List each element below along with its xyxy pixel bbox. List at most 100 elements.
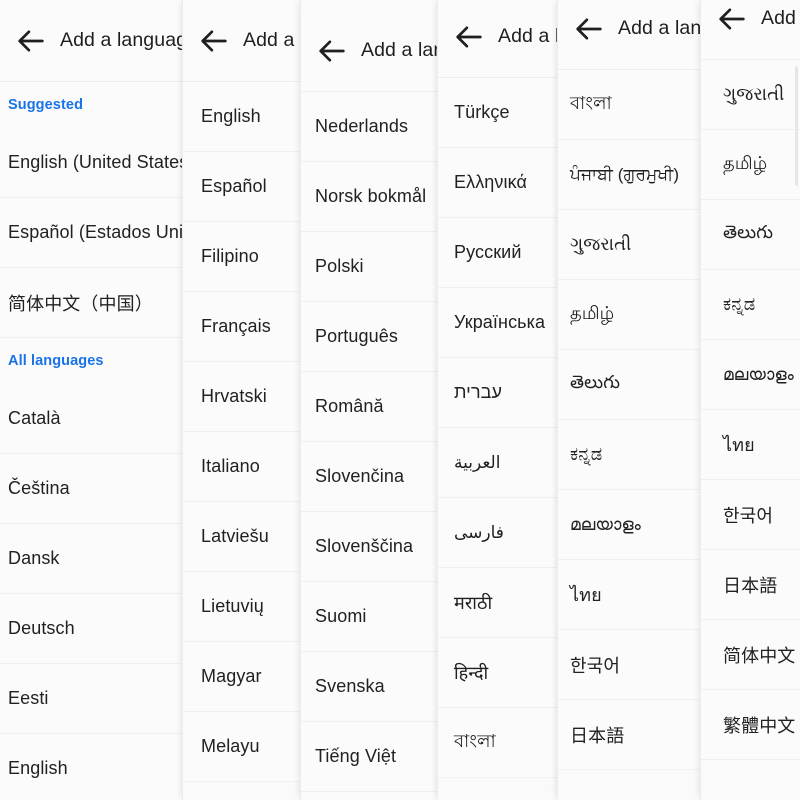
list-item[interactable]: English	[0, 734, 196, 800]
list-item[interactable]: Melayu	[183, 712, 312, 782]
language-label: मराठी	[454, 592, 493, 613]
list-item[interactable]: ಕನ್ನಡ	[701, 270, 800, 340]
language-panel-2: Add a language English Español Filipino …	[182, 0, 312, 800]
list-item[interactable]: Português	[301, 302, 447, 372]
list-item[interactable]: Svenska	[301, 652, 447, 722]
list-item[interactable]: 한국어	[558, 630, 709, 700]
language-list-5[interactable]: বাংলা ਪੰਜਾਬੀ (ਗੁਰਮੁਖੀ) ગુજરાતી தமிழ் తెల…	[558, 70, 709, 770]
language-label: Norsk bokmål	[315, 186, 427, 206]
language-label: বাংলা	[570, 93, 612, 113]
list-item[interactable]: বাংলা	[438, 708, 562, 778]
list-item[interactable]: فارسی	[438, 498, 562, 568]
language-label: Magyar	[201, 666, 262, 686]
language-list-6[interactable]: ગુજરાતી தமிழ் తెలుగు ಕನ್ನಡ മലയാളം ไทย 한국…	[701, 60, 800, 760]
appbar-3: Add a language	[301, 10, 447, 92]
list-item[interactable]: मराठी	[438, 568, 562, 638]
list-item[interactable]: ਪੰਜਾਬੀ (ਗੁਰਮੁਖੀ)	[558, 140, 709, 210]
back-arrow-icon[interactable]	[715, 2, 749, 36]
language-label: فارسی	[454, 522, 504, 542]
scrollbar-thumb[interactable]	[795, 66, 798, 186]
list-item[interactable]: ไทย	[558, 560, 709, 630]
language-list-3[interactable]: Nederlands Norsk bokmål Polski Português…	[301, 92, 447, 792]
list-item[interactable]: Español	[183, 152, 312, 222]
back-arrow-icon[interactable]	[315, 34, 349, 68]
list-item[interactable]: 简体中文	[701, 620, 800, 690]
list-item[interactable]: ไทย	[701, 410, 800, 480]
list-item[interactable]: Español (Estados Unidos)	[0, 198, 196, 268]
list-item[interactable]: Dansk	[0, 524, 196, 594]
list-item[interactable]: Suomi	[301, 582, 447, 652]
list-item[interactable]: العربية	[438, 428, 562, 498]
list-item[interactable]: Slovenščina	[301, 512, 447, 582]
page-title: Add a language	[60, 29, 196, 51]
list-item[interactable]: Čeština	[0, 454, 196, 524]
back-arrow-icon[interactable]	[452, 20, 486, 54]
list-item[interactable]: Русский	[438, 218, 562, 288]
list-item[interactable]: Ελληνικά	[438, 148, 562, 218]
language-label: Español (Estados Unidos)	[8, 222, 196, 242]
list-item[interactable]: Lietuvių	[183, 572, 312, 642]
list-item[interactable]: Nederlands	[301, 92, 447, 162]
list-item[interactable]: 繁體中文	[701, 690, 800, 760]
list-item[interactable]: Polski	[301, 232, 447, 302]
language-label: Čeština	[8, 478, 70, 498]
language-label: العربية	[454, 452, 501, 472]
list-item[interactable]: 日本語	[558, 700, 709, 770]
list-item[interactable]: Slovenčina	[301, 442, 447, 512]
language-label: తెలుగు	[723, 222, 774, 242]
list-item[interactable]: Eesti	[0, 664, 196, 734]
list-item[interactable]: తెలుగు	[701, 200, 800, 270]
language-label: Català	[8, 408, 61, 428]
list-item[interactable]: 日本語	[701, 550, 800, 620]
list-item[interactable]: עברית	[438, 358, 562, 428]
list-item[interactable]: Українська	[438, 288, 562, 358]
list-item[interactable]: English	[183, 82, 312, 152]
language-label: English	[201, 106, 261, 126]
list-item[interactable]: English (United States)	[0, 128, 196, 198]
list-item[interactable]: தமிழ்	[701, 130, 800, 200]
list-item[interactable]: Magyar	[183, 642, 312, 712]
language-label: Dansk	[8, 548, 60, 568]
list-item[interactable]: ગુજરાતી	[558, 210, 709, 280]
list-item[interactable]: Français	[183, 292, 312, 362]
list-item[interactable]: हिन्दी	[438, 638, 562, 708]
list-item[interactable]: বাংলা	[558, 70, 709, 140]
list-item[interactable]: Italiano	[183, 432, 312, 502]
language-label: Türkçe	[454, 102, 510, 122]
back-arrow-icon[interactable]	[14, 24, 48, 58]
page-title: Add a language	[498, 25, 562, 47]
list-item[interactable]: Türkçe	[438, 78, 562, 148]
list-item[interactable]: ಕನ್ನಡ	[558, 420, 709, 490]
list-item[interactable]: Tiếng Việt	[301, 722, 447, 792]
list-item[interactable]: Norsk bokmål	[301, 162, 447, 232]
list-item[interactable]: Latviešu	[183, 502, 312, 572]
language-label: Melayu	[201, 736, 260, 756]
list-item[interactable]: Filipino	[183, 222, 312, 292]
language-panel-6: Add a language ગુજરાતી தமிழ் తెలుగు ಕನ್ನ…	[700, 0, 800, 800]
language-label: Українська	[454, 312, 546, 332]
language-list-2[interactable]: English Español Filipino Français Hrvats…	[183, 82, 312, 782]
list-item[interactable]: ગુજરાતી	[701, 60, 800, 130]
list-item[interactable]: 简体中文（中国）	[0, 268, 196, 338]
back-arrow-icon[interactable]	[197, 24, 231, 58]
list-item[interactable]: Deutsch	[0, 594, 196, 664]
language-label: 日本語	[723, 575, 778, 596]
list-item[interactable]: മലയാളം	[701, 340, 800, 410]
list-item[interactable]: தமிழ்	[558, 280, 709, 350]
page-title: Add a language	[618, 17, 709, 39]
back-arrow-icon[interactable]	[572, 12, 606, 46]
language-label: Español	[201, 176, 267, 196]
list-item[interactable]: Català	[0, 384, 196, 454]
language-label: Ελληνικά	[454, 172, 528, 192]
list-item[interactable]: 한국어	[701, 480, 800, 550]
list-item[interactable]: Hrvatski	[183, 362, 312, 432]
language-label: தமிழ்	[570, 303, 615, 323]
appbar-2: Add a language	[183, 0, 312, 82]
language-list-1[interactable]: Suggested English (United States) Españo…	[0, 82, 196, 800]
list-item[interactable]: മലയാളം	[558, 490, 709, 560]
language-label: Português	[315, 326, 398, 346]
list-item[interactable]: తెలుగు	[558, 350, 709, 420]
list-item[interactable]: Română	[301, 372, 447, 442]
language-list-4[interactable]: Türkçe Ελληνικά Русский Українська עברית…	[438, 78, 562, 778]
language-label: English (United States)	[8, 152, 195, 172]
